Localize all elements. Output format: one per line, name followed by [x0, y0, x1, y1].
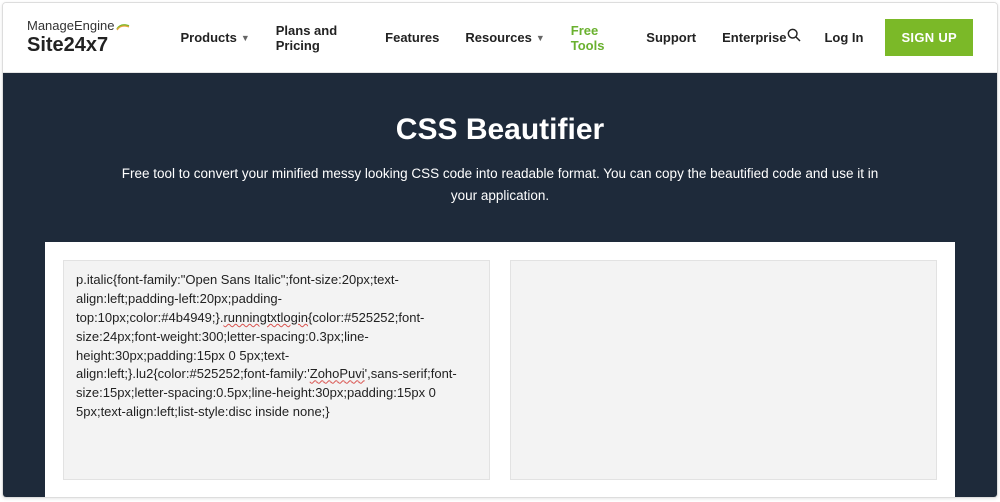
main-nav: Products ▼ Plans and Pricing Features Re…: [180, 23, 786, 53]
nav-support[interactable]: Support: [646, 30, 696, 45]
logo-brand-bottom: Site24x7: [27, 34, 130, 56]
logo-brand-top: ManageEngine: [27, 19, 130, 33]
output-code-panel[interactable]: [510, 260, 937, 480]
page-subtitle: Free tool to convert your minified messy…: [110, 163, 890, 206]
nav-resources-label: Resources: [465, 30, 531, 45]
chevron-down-icon: ▼: [241, 33, 250, 43]
code-text: runningtxtlogin: [223, 310, 308, 325]
header: ManageEngine Site24x7 Products ▼ Plans a…: [3, 3, 997, 73]
nav-enterprise[interactable]: Enterprise: [722, 30, 786, 45]
nav-free-tools[interactable]: Free Tools: [571, 23, 621, 53]
login-link[interactable]: Log In: [824, 30, 863, 45]
signup-button[interactable]: SIGN UP: [885, 19, 973, 56]
nav-products[interactable]: Products ▼: [180, 30, 249, 45]
nav-pricing[interactable]: Plans and Pricing: [276, 23, 359, 53]
page-title: CSS Beautifier: [23, 113, 977, 147]
beautifier-panels: p.italic{font-family:"Open Sans Italic";…: [45, 242, 955, 498]
nav-features[interactable]: Features: [385, 30, 439, 45]
search-icon[interactable]: [786, 27, 802, 48]
header-actions: Log In SIGN UP: [786, 19, 973, 56]
logo-swoosh-icon: [116, 21, 130, 31]
input-code-panel[interactable]: p.italic{font-family:"Open Sans Italic";…: [63, 260, 490, 480]
nav-resources[interactable]: Resources ▼: [465, 30, 544, 45]
nav-products-label: Products: [180, 30, 236, 45]
logo[interactable]: ManageEngine Site24x7: [27, 19, 130, 55]
chevron-down-icon: ▼: [536, 33, 545, 43]
code-text: ZohoPuvi: [310, 366, 365, 381]
hero-section: CSS Beautifier Free tool to convert your…: [3, 73, 997, 498]
